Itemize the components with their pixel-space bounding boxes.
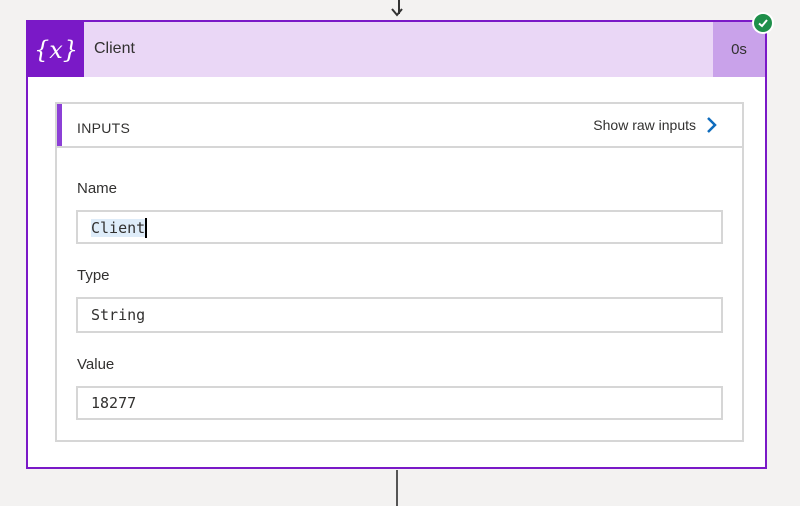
arrow-down-icon [391, 8, 403, 17]
card-title: Client [94, 40, 135, 57]
type-label: Type [77, 267, 110, 284]
chevron-right-icon [707, 117, 717, 133]
name-field-value-wrap: Client [91, 218, 148, 238]
card-header[interactable]: {x} Client 0s [28, 22, 765, 77]
inputs-heading: INPUTS [77, 120, 131, 136]
value-field[interactable]: 18277 [76, 386, 723, 420]
name-label: Name [77, 180, 118, 197]
action-card[interactable]: {x} Client 0s INPUTS Show raw inputs Nam… [26, 20, 767, 469]
checkmark-icon [754, 14, 772, 32]
type-field-value: String [91, 306, 146, 324]
show-raw-inputs-link[interactable]: Show raw inputs [593, 116, 718, 134]
name-field[interactable]: Client [76, 210, 723, 244]
inputs-panel: INPUTS Show raw inputs Name Client Type … [55, 102, 744, 442]
inputs-accent-bar [57, 104, 62, 146]
variable-icon: {x} [28, 22, 84, 77]
flow-connector-bottom [396, 470, 398, 506]
name-field-value: Client [91, 218, 146, 237]
value-field-value: 18277 [91, 394, 137, 412]
variable-icon-text: {x} [33, 35, 79, 64]
show-raw-inputs-label: Show raw inputs [593, 117, 696, 133]
value-label: Value [77, 356, 115, 373]
type-field[interactable]: String [76, 297, 723, 333]
inputs-header: INPUTS Show raw inputs [57, 104, 742, 148]
success-status [752, 12, 774, 34]
text-caret [145, 218, 148, 238]
